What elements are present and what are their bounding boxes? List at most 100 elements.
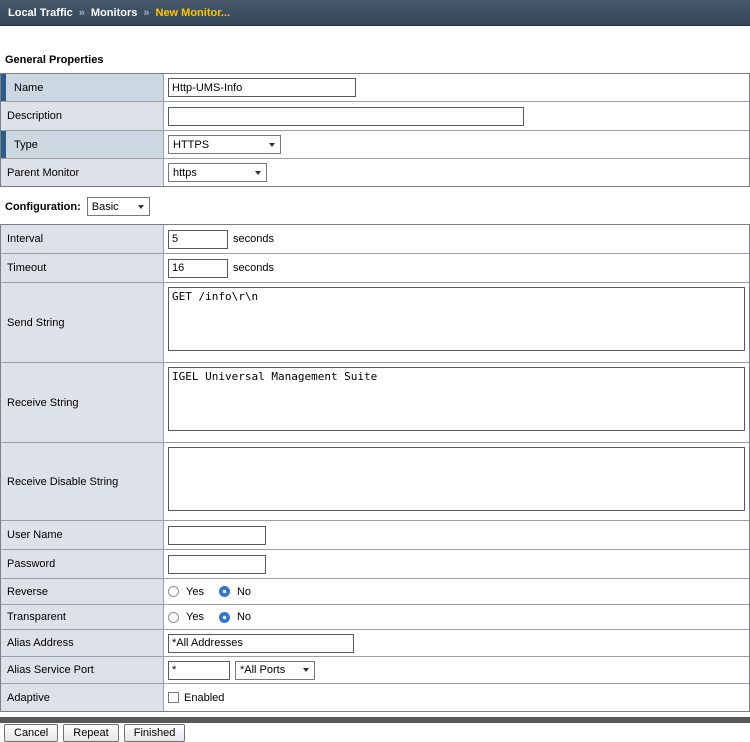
transparent-no-label[interactable]: No [237,611,251,623]
send-string-label: Send String [7,317,64,329]
reverse-no-label[interactable]: No [237,586,251,598]
parent-monitor-select[interactable]: https [168,163,267,182]
repeat-button[interactable]: Repeat [63,724,118,742]
row-password: Password [1,549,749,578]
dropdown-arrow-icon [269,143,275,147]
general-properties-table: Name Description Type HTTPS Parent Monit… [0,73,750,187]
breadcrumb-separator: » [143,7,149,19]
transparent-label-cell: Transparent [1,605,164,629]
adaptive-checkbox[interactable] [168,692,179,703]
transparent-no-radio[interactable] [219,612,230,623]
receive-string-label: Receive String [7,397,79,409]
reverse-yes-label[interactable]: Yes [186,586,204,598]
send-string-textarea[interactable]: GET /info\r\n [168,287,745,351]
adaptive-enabled-label[interactable]: Enabled [184,692,224,704]
configuration-select-value: Basic [92,201,119,213]
interval-unit-label: seconds [233,233,274,245]
row-receive-disable-string: Receive Disable String [1,442,749,520]
description-label-cell: Description [1,102,164,130]
alias-service-port-label: Alias Service Port [7,664,94,676]
alias-address-value-cell [164,630,749,656]
dropdown-arrow-icon [303,668,309,672]
name-label: Name [14,82,43,94]
name-label-cell: Name [1,74,164,101]
breadcrumb-item-local-traffic[interactable]: Local Traffic [8,7,73,19]
configuration-select[interactable]: Basic [87,197,150,216]
name-input[interactable] [168,78,356,97]
parent-monitor-label-cell: Parent Monitor [1,159,164,186]
parent-monitor-label: Parent Monitor [7,167,79,179]
alias-address-input[interactable] [168,634,354,653]
transparent-yes-radio[interactable] [168,612,179,623]
receive-disable-string-value-cell [164,443,749,520]
user-name-value-cell [164,521,749,549]
alias-service-port-select-value: *All Ports [240,664,285,676]
parent-monitor-value-cell: https [164,159,749,186]
timeout-label: Timeout [7,262,46,274]
timeout-unit-label: seconds [233,262,274,274]
timeout-input[interactable] [168,259,228,278]
timeout-value-cell: seconds [164,254,749,282]
breadcrumb-separator: » [79,7,85,19]
interval-value-cell: seconds [164,225,749,253]
reverse-yes-radio[interactable] [168,586,179,597]
user-name-label: User Name [7,529,63,541]
dropdown-arrow-icon [138,205,144,209]
user-name-input[interactable] [168,526,266,545]
description-label: Description [7,110,62,122]
row-timeout: Timeout seconds [1,253,749,282]
user-name-label-cell: User Name [1,521,164,549]
transparent-value-cell: Yes No [164,605,749,629]
alias-service-port-input[interactable] [168,661,230,680]
interval-input[interactable] [168,230,228,249]
receive-string-textarea[interactable]: IGEL Universal Management Suite [168,367,745,431]
adaptive-label: Adaptive [7,692,50,704]
alias-service-port-label-cell: Alias Service Port [1,657,164,683]
row-user-name: User Name [1,520,749,549]
type-select-value: HTTPS [173,139,209,151]
footer-button-row: Cancel Repeat Finished [4,724,750,742]
row-interval: Interval seconds [1,225,749,253]
alias-service-port-select[interactable]: *All Ports [235,661,315,680]
breadcrumb-current-new-monitor: New Monitor... [156,7,231,19]
reverse-value-cell: Yes No [164,579,749,604]
type-value-cell: HTTPS [164,131,749,158]
name-value-cell [164,74,749,101]
row-parent-monitor: Parent Monitor https [1,158,749,186]
send-string-value-cell: GET /info\r\n [164,283,749,362]
reverse-no-radio[interactable] [219,586,230,597]
adaptive-label-cell: Adaptive [1,684,164,711]
password-label-cell: Password [1,550,164,578]
receive-disable-string-textarea[interactable] [168,447,745,511]
dropdown-arrow-icon [255,171,261,175]
type-select[interactable]: HTTPS [168,135,281,154]
breadcrumb-item-monitors[interactable]: Monitors [91,7,137,19]
cancel-button[interactable]: Cancel [4,724,58,742]
row-alias-address: Alias Address [1,629,749,656]
reverse-label: Reverse [7,586,48,598]
row-receive-string: Receive String IGEL Universal Management… [1,362,749,442]
configuration-table: Interval seconds Timeout seconds Send St… [0,224,750,712]
alias-address-label-cell: Alias Address [1,630,164,656]
adaptive-value-cell: Enabled [164,684,749,711]
type-label-cell: Type [1,131,164,158]
general-properties-heading: General Properties [5,54,750,66]
send-string-label-cell: Send String [1,283,164,362]
receive-string-value-cell: IGEL Universal Management Suite [164,363,749,442]
password-input[interactable] [168,555,266,574]
row-alias-service-port: Alias Service Port *All Ports [1,656,749,683]
parent-monitor-select-value: https [173,167,197,179]
description-input[interactable] [168,107,524,126]
row-reverse: Reverse Yes No [1,578,749,604]
row-transparent: Transparent Yes No [1,604,749,629]
breadcrumb-bar: Local Traffic » Monitors » New Monitor..… [0,0,750,26]
transparent-yes-label[interactable]: Yes [186,611,204,623]
row-adaptive: Adaptive Enabled [1,683,749,711]
alias-service-port-value-cell: *All Ports [164,657,749,683]
configuration-line: Configuration: Basic [5,197,750,216]
required-indicator [1,74,6,101]
finished-button[interactable]: Finished [124,724,186,742]
interval-label: Interval [7,233,43,245]
row-type: Type HTTPS [1,130,749,158]
footer-bar [0,717,750,723]
